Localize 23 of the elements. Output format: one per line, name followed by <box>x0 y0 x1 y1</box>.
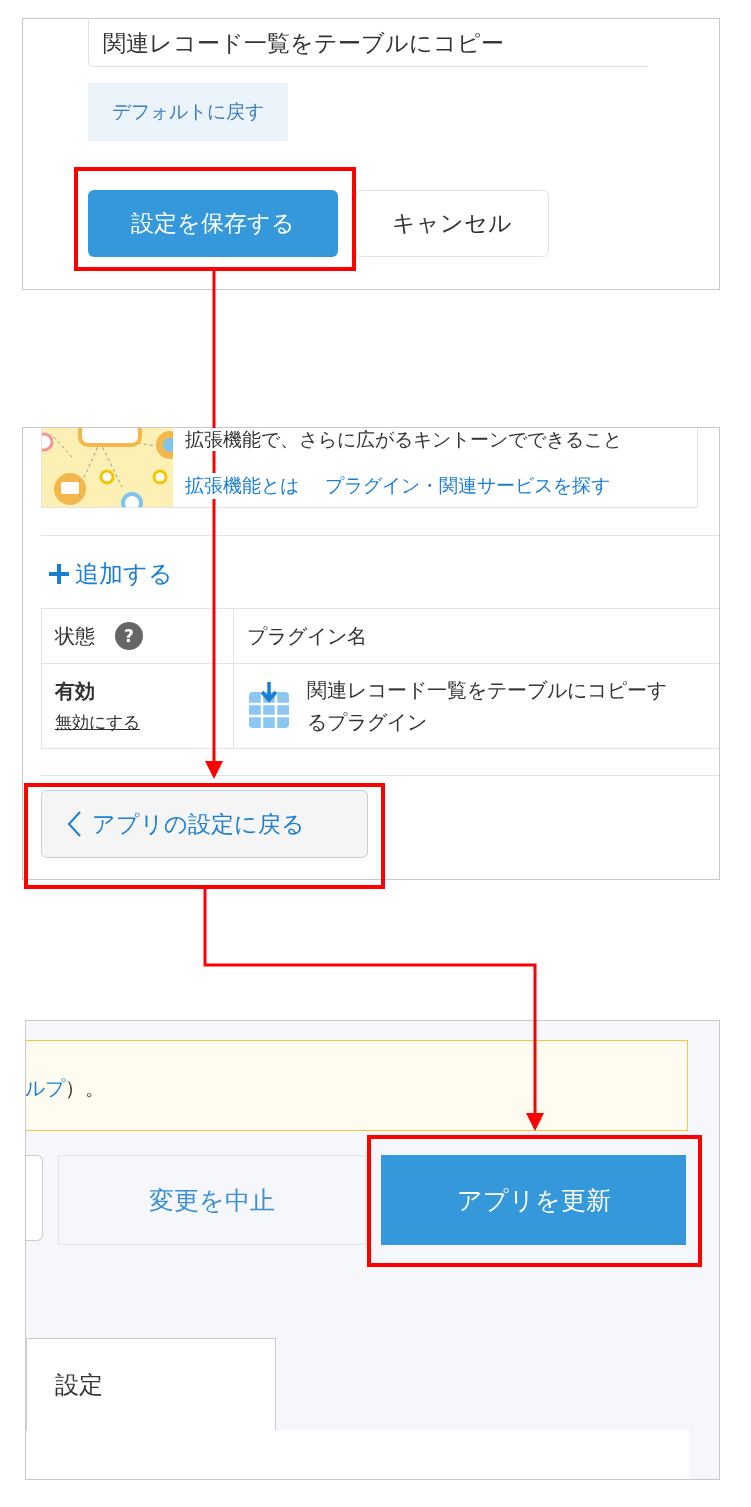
notice-text: ルプ）。 <box>26 1076 105 1100</box>
discard-changes-button[interactable]: 変更を中止 <box>58 1155 366 1245</box>
column-header: プラグイン名 <box>247 623 367 648</box>
help-link[interactable]: ルプ <box>26 1076 65 1100</box>
partial-button[interactable] <box>26 1155 43 1241</box>
table-download-icon <box>247 682 291 730</box>
plus-icon <box>47 562 71 586</box>
back-to-app-settings-button[interactable]: アプリの設定に戻る <box>41 790 368 858</box>
add-plugin-link[interactable]: 追加する <box>47 558 173 590</box>
update-app-button[interactable]: アプリを更新 <box>381 1155 686 1245</box>
disable-link[interactable]: 無効にする <box>55 711 140 734</box>
promo-link[interactable]: 拡張機能とは <box>185 473 299 499</box>
reset-default-button[interactable]: デフォルトに戻す <box>88 83 288 141</box>
help-icon[interactable]: ? <box>115 622 143 650</box>
promo-link[interactable]: プラグイン・関連サービスを探す <box>325 473 610 499</box>
plugin-name-field[interactable]: 関連レコード一覧をテーブルにコピー <box>88 19 648 67</box>
settings-tab[interactable]: 設定 <box>26 1338 276 1430</box>
cancel-button[interactable]: キャンセル <box>355 190 549 257</box>
plugin-name: 関連レコード一覧をテーブルにコピーするプラグイン <box>307 677 668 736</box>
column-header: 状態 <box>55 622 95 650</box>
status-text: 有効 <box>55 678 96 705</box>
save-settings-button[interactable]: 設定を保存する <box>88 190 338 257</box>
chevron-left-icon <box>66 810 82 838</box>
